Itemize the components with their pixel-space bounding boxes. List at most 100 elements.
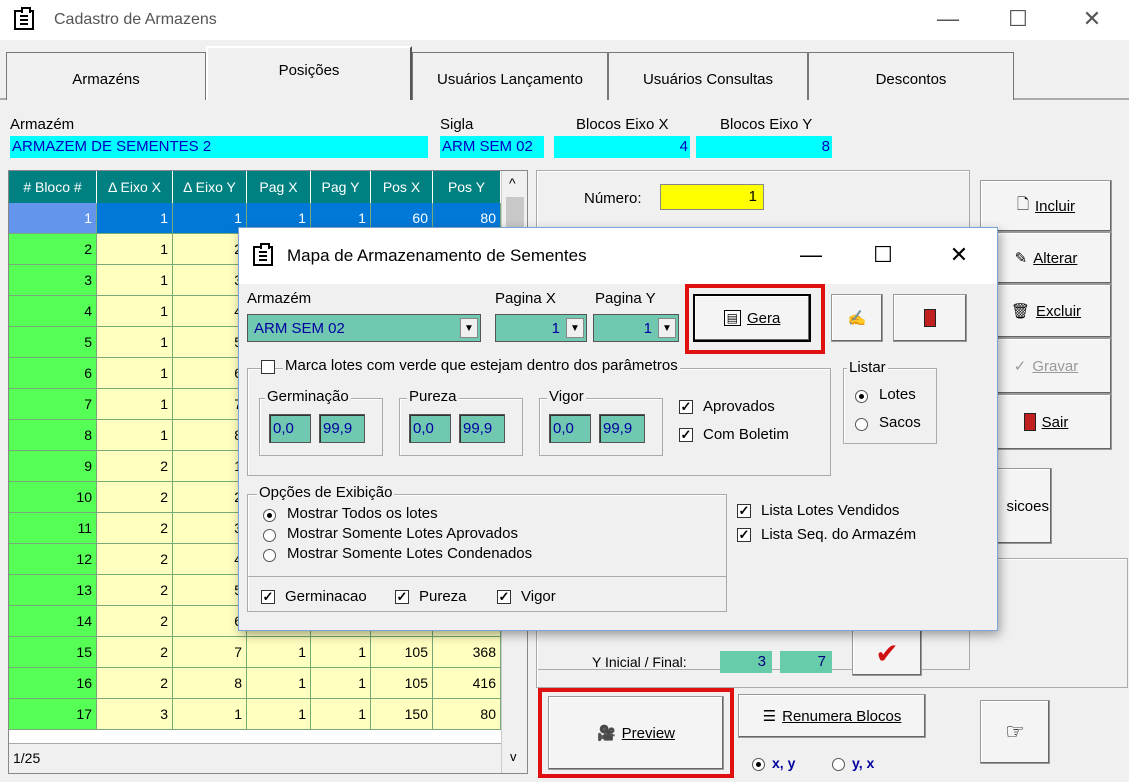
table-cell: 8 [173, 420, 247, 451]
germ-max-field[interactable]: 99,9 [319, 414, 365, 443]
gravar-button[interactable]: ✓ Gravar [980, 338, 1112, 394]
minimize-button[interactable]: — [928, 6, 968, 32]
tab-usuarios-lancamento[interactable]: Usuários Lançamento [412, 52, 608, 100]
armazem-field[interactable]: ARMAZEM DE SEMENTES 2 [10, 136, 428, 158]
new-document-icon: 🗋 [1016, 195, 1030, 213]
red-check-icon: ✔ [875, 637, 899, 669]
table-cell: 2 [97, 544, 173, 575]
maximize-button[interactable]: ☐ [998, 6, 1038, 32]
pagina-y-combo[interactable]: 1 ▼ [593, 314, 679, 342]
y-final-field[interactable]: 7 [780, 651, 832, 673]
lista-seq-label: Lista Seq. do Armazém [761, 526, 917, 543]
renumera-button[interactable]: ☰ Renumera Blocos [738, 694, 926, 738]
com-boletim-label: Com Boletim [703, 426, 789, 443]
pagina-x-label: Pagina X [495, 290, 556, 307]
mostrar-todos-radio[interactable] [263, 509, 276, 522]
table-cell: 3 [173, 513, 247, 544]
tab-armazens[interactable]: Armazéns [6, 52, 206, 100]
confirm-check-button[interactable]: ✔ [852, 630, 922, 676]
table-cell: 416 [433, 668, 501, 699]
table-cell: 2 [173, 482, 247, 513]
germ-min-field[interactable]: 0,0 [269, 414, 311, 443]
sigla-field[interactable]: ARM SEM 02 [440, 136, 544, 158]
column-header[interactable]: # Bloco # [9, 171, 97, 203]
numero-label: Número: [584, 190, 642, 207]
preview-button[interactable]: 🎥 Preview [548, 696, 724, 770]
column-header[interactable]: Pag X [247, 171, 311, 203]
table-row[interactable]: 15 2 7 1 1 105 368 [9, 637, 501, 668]
order-xy-radio[interactable] [752, 758, 765, 771]
table-cell: 11 [9, 513, 97, 544]
mostrar-aprovados-radio[interactable] [263, 529, 276, 542]
column-header[interactable]: Pos X [371, 171, 433, 203]
order-yx-label: y, x [852, 755, 875, 771]
close-button[interactable]: ✕ [1072, 6, 1112, 32]
table-cell: 5 [173, 327, 247, 358]
lotes-radio[interactable] [855, 390, 868, 403]
vigor-checkbox[interactable]: ✓ [497, 590, 511, 604]
table-cell: 3 [173, 265, 247, 296]
column-header[interactable]: Pos Y [433, 171, 501, 203]
column-header[interactable]: Pag Y [311, 171, 371, 203]
table-cell: 2 [97, 482, 173, 513]
posicoes-button[interactable]: sicoes [990, 468, 1052, 544]
chevron-down-icon[interactable]: ▼ [460, 318, 478, 338]
table-cell: 150 [371, 699, 433, 730]
table-row[interactable]: 17 3 1 1 1 150 80 [9, 699, 501, 730]
lista-vendidos-checkbox[interactable]: ✓ [737, 504, 751, 518]
chevron-down-icon[interactable]: ▼ [566, 318, 584, 338]
y-inicial-field[interactable]: 3 [720, 651, 772, 673]
scroll-down-arrow[interactable]: v [510, 749, 517, 764]
table-cell: 13 [9, 575, 97, 606]
table-cell: 6 [9, 358, 97, 389]
aprovados-label: Aprovados [703, 398, 775, 415]
alterar-button[interactable]: ✎ Alterar [980, 232, 1112, 284]
gera-button[interactable]: ▤ Gera [693, 294, 811, 342]
germinacao-checkbox[interactable]: ✓ [261, 590, 275, 604]
table-cell: 2 [9, 234, 97, 265]
numero-field[interactable]: 1 [660, 184, 764, 210]
pur-max-field[interactable]: 99,9 [459, 414, 505, 443]
tab-descontos[interactable]: Descontos [808, 52, 1014, 100]
table-cell: 9 [9, 451, 97, 482]
vig-max-field[interactable]: 99,9 [599, 414, 645, 443]
column-header[interactable]: Δ Eixo Y [173, 171, 247, 203]
pureza-checkbox[interactable]: ✓ [395, 590, 409, 604]
blocos-y-label: Blocos Eixo Y [720, 116, 813, 133]
tab-posicoes[interactable]: Posições [206, 46, 412, 100]
germinacao-label: Germinação [265, 388, 351, 405]
marca-lotes-checkbox[interactable] [261, 360, 275, 374]
lista-seq-checkbox[interactable]: ✓ [737, 528, 751, 542]
column-header[interactable]: Δ Eixo X [97, 171, 173, 203]
pureza-check-label: Pureza [419, 588, 467, 605]
pagina-x-combo[interactable]: 1 ▼ [495, 314, 587, 342]
sacos-radio[interactable] [855, 418, 868, 431]
dlg-armazem-combo[interactable]: ARM SEM 02 ▼ [247, 314, 481, 342]
sair-button[interactable]: Sair [980, 394, 1112, 450]
mostrar-condenados-radio[interactable] [263, 549, 276, 562]
table-cell: 5 [173, 575, 247, 606]
chevron-down-icon[interactable]: ▼ [658, 318, 676, 338]
dialog-close-button[interactable]: ✕ [939, 242, 979, 268]
blocos-x-field[interactable]: 4 [554, 136, 690, 158]
blocos-y-field[interactable]: 8 [696, 136, 832, 158]
pointer-button[interactable]: ☞ [980, 700, 1050, 764]
excluir-button[interactable]: 🗑 Excluir [980, 284, 1112, 338]
com-boletim-checkbox[interactable]: ✓ [679, 428, 693, 442]
tab-usuarios-consultas[interactable]: Usuários Consultas [608, 52, 808, 100]
aprovados-checkbox[interactable]: ✓ [679, 400, 693, 414]
dialog-exit-button[interactable] [893, 294, 967, 342]
incluir-button[interactable]: 🗋 Incluir [980, 180, 1112, 232]
dialog-icon [253, 243, 273, 266]
blocos-x-label: Blocos Eixo X [576, 116, 669, 133]
scroll-up-arrow[interactable]: ^ [509, 175, 516, 191]
dialog-minimize-button[interactable]: — [791, 242, 831, 268]
table-cell: 2 [97, 668, 173, 699]
order-yx-radio[interactable] [832, 758, 845, 771]
table-row[interactable]: 16 2 8 1 1 105 416 [9, 668, 501, 699]
pur-min-field[interactable]: 0,0 [409, 414, 451, 443]
dialog-maximize-button[interactable]: ☐ [863, 242, 903, 268]
table-cell: 15 [9, 637, 97, 668]
vig-min-field[interactable]: 0,0 [549, 414, 591, 443]
clear-button[interactable]: ✍ [831, 294, 883, 342]
